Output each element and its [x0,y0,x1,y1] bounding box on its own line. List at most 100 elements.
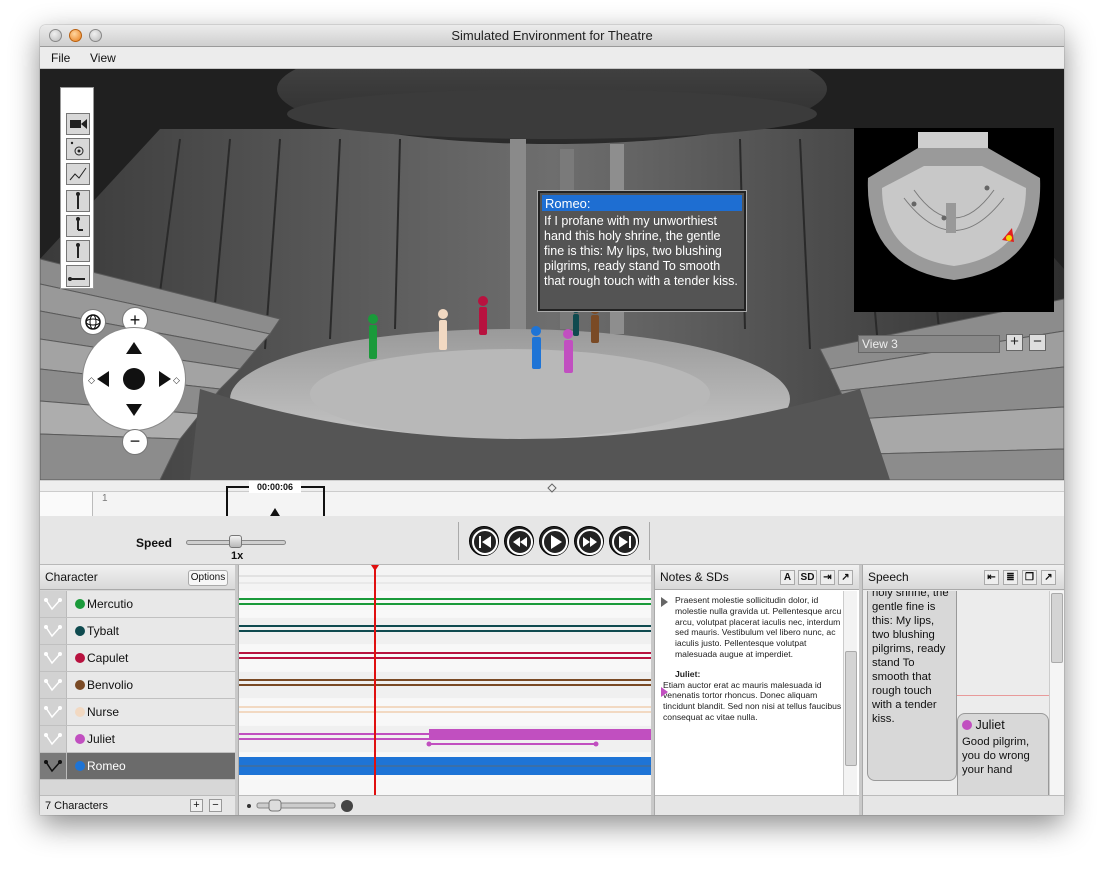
zoom-window-button[interactable] [89,29,102,42]
timeline-footer [239,795,652,815]
timecode-display: 00:00:06 [249,481,301,493]
bottom-panels: Character Options Mercutio Tybalt Capulet B… [40,565,1064,815]
notes-scroll-thumb[interactable] [845,651,857,766]
speech-popout-icon[interactable]: ↗ [1041,570,1056,585]
note-expand-arrow-icon[interactable] [661,687,668,697]
character-row[interactable]: Mercutio [40,591,235,618]
speech-card-juliet[interactable]: Juliet Good pilgrim, you do wrong your h… [957,713,1049,803]
character-timeline[interactable] [238,565,652,815]
add-view-button[interactable]: + [1006,334,1023,351]
character-color-dot [75,680,85,690]
keyframe-curve-icon[interactable] [40,645,67,671]
keyframe-curve-icon[interactable] [40,726,67,752]
character-row[interactable]: Capulet [40,645,235,672]
speech-window-icon[interactable]: ❐ [1022,570,1037,585]
speech-card-name: Juliet [975,718,1005,732]
rewind-icon[interactable] [504,526,534,556]
minimap[interactable] [854,128,1054,312]
svg-text:◇: ◇ [88,376,95,386]
add-character-button[interactable]: + [190,799,203,812]
camera-pan-control[interactable]: ◇ ◇ [82,327,186,431]
figure-tool-icon[interactable] [66,190,90,212]
menu-bar: File View [40,47,1064,69]
camera-tool-icon[interactable] [66,113,90,135]
target-tool-icon[interactable] [66,138,90,160]
character-row[interactable]: Juliet [40,726,235,753]
character-name: Capulet [87,651,129,665]
zoom-out-button[interactable]: − [122,429,148,455]
menu-file[interactable]: File [51,51,70,65]
notes-footer [655,795,860,815]
notes-a-button[interactable]: A [780,570,795,585]
keyframe-curve-icon[interactable] [40,672,67,698]
fast-forward-icon[interactable] [574,526,604,556]
character-name: Mercutio [87,597,134,611]
keyframe-curve-icon[interactable] [40,591,67,617]
speech-card-text: Good pilgrim, you do wrong your hand [962,736,1030,776]
figure-lie-tool-icon[interactable] [66,265,90,287]
svg-text:◇: ◇ [173,376,180,386]
speech-list-icon[interactable]: ≣ [1003,570,1018,585]
character-row[interactable]: Benvolio [40,672,235,699]
note-entry-1[interactable]: Praesent molestie sollicitudin dolor, id… [661,595,843,660]
notes-sd-button[interactable]: SD [798,570,817,585]
keyframe-curve-icon[interactable] [40,753,67,779]
timeline-track [239,753,652,779]
character-row[interactable]: Romeo [40,753,235,780]
speed-label: Speed [136,536,173,550]
speech-outdent-icon[interactable]: ⇤ [984,570,999,585]
character-color-dot [75,599,85,609]
note-entry-2[interactable]: Etiam auctor erat ac mauris malesuada id… [661,680,843,723]
actor-mercutio [368,314,378,359]
timeline-track [239,618,652,644]
note-expand-arrow-icon[interactable] [661,597,668,607]
menu-view[interactable]: View [90,51,116,65]
pan-up-icon [126,342,142,354]
3d-stage-viewport[interactable]: + ◇ ◇ − Romeo: If I profane with my unwo… [40,69,1064,480]
juliet-color-dot [962,720,972,730]
timeline-zoom-slider[interactable] [239,796,359,815]
character-row[interactable]: Nurse [40,699,235,726]
skip-to-end-icon[interactable] [609,526,639,556]
speed-value: 1x [231,550,244,562]
minimize-window-button[interactable] [69,29,82,42]
timeline-track [239,699,652,725]
speech-scrollbar[interactable] [1049,591,1064,795]
timeline-scrubber[interactable]: 1 00:00:06 [40,480,1064,522]
notes-panel: Notes & SDs A SD ⇥ ↗ Praesent molestie s… [654,565,860,815]
timeline-tracks[interactable] [239,565,652,795]
character-row[interactable]: Tybalt [40,618,235,645]
figure-walk-tool-icon[interactable] [66,215,90,237]
keyframe-curve-icon[interactable] [40,699,67,725]
character-color-dot [75,653,85,663]
remove-view-button[interactable]: − [1029,334,1046,351]
notes-scrollbar[interactable] [843,591,857,795]
keyframe-curve-icon[interactable] [40,618,67,644]
bubble-speaker: Romeo: [542,195,742,211]
app-window: Simulated Environment for Theatre File V… [40,25,1064,815]
play-icon[interactable] [539,526,569,556]
actor-romeo [531,326,541,369]
notes-list: Praesent molestie sollicitudin dolor, id… [661,595,843,723]
options-button[interactable]: Options [188,570,228,586]
path-tool-icon[interactable] [66,163,90,185]
notes-popout-icon[interactable]: ↗ [838,570,853,585]
character-name: Benvolio [87,678,134,692]
speech-scroll-thumb[interactable] [1051,593,1063,663]
resize-handle-icon[interactable] [547,483,557,493]
view-name-field[interactable]: View 3 [858,335,1000,353]
pan-down-icon [126,404,142,416]
skip-to-start-icon[interactable] [469,526,499,556]
speed-slider-knob[interactable] [229,535,242,548]
notes-header-label: Notes & SDs [660,570,729,584]
character-header: Character Options [40,565,235,590]
speech-card-speaker: Juliet [962,718,1044,732]
remove-character-button[interactable]: − [209,799,222,812]
timeline-track [239,645,652,671]
character-color-dot [75,734,85,744]
speech-card-romeo[interactable]: holy shrine, the gentle fine is this: My… [867,591,957,781]
figure-sit-tool-icon[interactable] [66,240,90,262]
scrubber-left-pad [40,491,92,517]
close-window-button[interactable] [49,29,62,42]
notes-export-icon[interactable]: ⇥ [820,570,835,585]
